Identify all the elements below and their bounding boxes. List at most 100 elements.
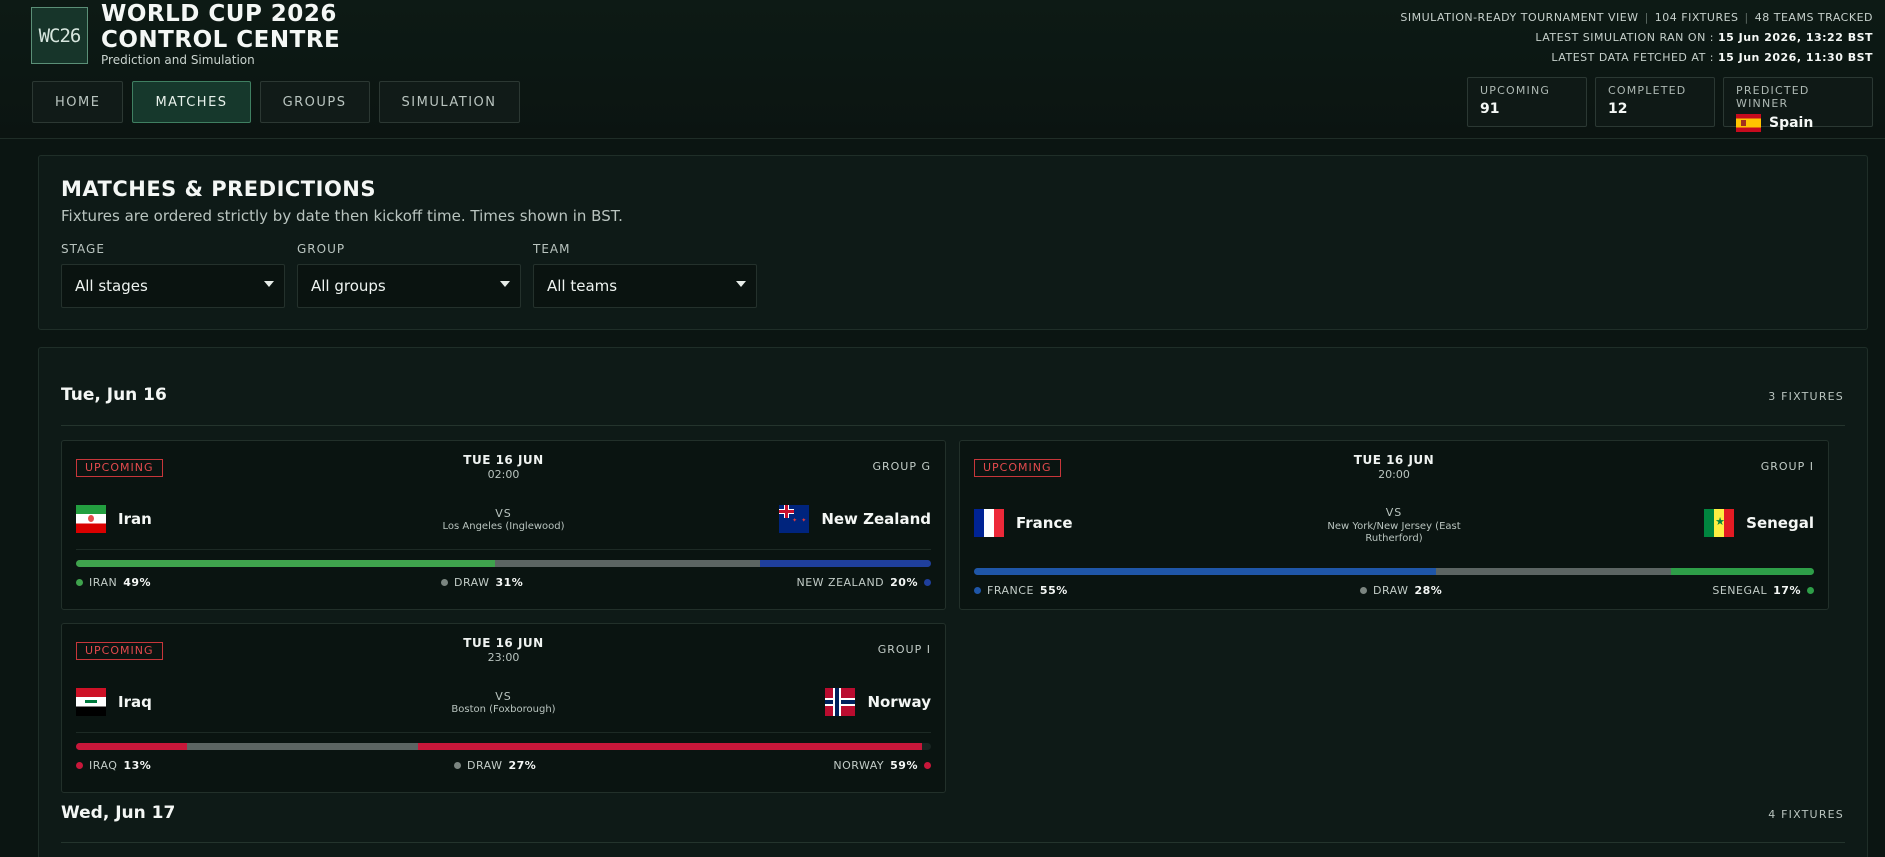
stage-select-value: All stages: [75, 277, 148, 295]
home-prob-value: 55%: [1039, 584, 1068, 597]
match-date: TUE 16 JUN: [463, 453, 544, 467]
vs-label: VS: [1385, 506, 1403, 519]
app-title-line1: WORLD CUP 2026: [101, 1, 337, 27]
home-prob-label: IRAQ: [89, 759, 118, 772]
stage-filter-label: STAGE: [61, 242, 105, 256]
nav-groups[interactable]: GROUPS: [259, 81, 370, 123]
stat-predicted-winner: PREDICTED WINNER Spain: [1723, 77, 1873, 132]
home-prob-value: 13%: [123, 759, 152, 772]
draw-prob-legend: DRAW 27%: [454, 759, 536, 772]
draw-prob-value: 28%: [1414, 584, 1443, 597]
away-team-name: Senegal: [1746, 514, 1814, 532]
legend-dot: [1360, 587, 1367, 594]
legend-dot: [924, 579, 931, 586]
main-nav: HOME MATCHES GROUPS SIMULATION: [32, 81, 520, 123]
card-divider: [76, 732, 931, 733]
away-team-name: New Zealand: [821, 510, 931, 528]
home-prob-legend: FRANCE 55%: [974, 584, 1068, 597]
meta-teams: 48 TEAMS TRACKED: [1754, 11, 1873, 24]
away-team: New Zealand: [779, 505, 931, 533]
logo-text: WC26: [38, 24, 82, 47]
fetch-value: 15 Jun 2026, 11:30 BST: [1718, 51, 1873, 64]
match-card[interactable]: UPCOMING TUE 16 JUN 02:00 GROUP G Iran V…: [61, 440, 946, 610]
app-title-line2: CONTROL CENTRE: [101, 27, 341, 53]
draw-prob-label: DRAW: [1373, 584, 1409, 597]
sim-label: LATEST SIMULATION RAN ON :: [1535, 31, 1714, 44]
meta-summary: SIMULATION-READY TOURNAMENT VIEW | 104 FIX…: [1400, 11, 1873, 24]
header-meta: SIMULATION-READY TOURNAMENT VIEW | 104 FIX…: [1400, 8, 1873, 68]
chevron-down-icon: [500, 281, 510, 287]
stat-winner-value: Spain: [1769, 115, 1814, 131]
probability-bar: [76, 560, 931, 567]
legend-dot: [454, 762, 461, 769]
meta-fixtures: 104 FIXTURES: [1654, 11, 1739, 24]
away-prob-legend: SENEGAL 17%: [1712, 584, 1814, 597]
team-filter-label: TEAM: [533, 242, 571, 256]
stage-select[interactable]: All stages: [61, 264, 285, 308]
away-prob-segment: [759, 560, 931, 567]
match-venue: Boston (Foxborough): [451, 704, 556, 715]
chevron-down-icon: [264, 281, 274, 287]
stat-completed: COMPLETED 12: [1595, 77, 1715, 127]
draw-prob-legend: DRAW 31%: [441, 576, 523, 589]
probability-bar: [76, 743, 931, 750]
away-team: Senegal: [1704, 509, 1814, 537]
meta-view: SIMULATION-READY TOURNAMENT VIEW: [1400, 11, 1639, 24]
match-group: GROUP I: [877, 643, 931, 656]
nav-matches[interactable]: MATCHES: [132, 81, 251, 123]
app-subtitle: Prediction and Simulation: [101, 53, 255, 67]
draw-prob-segment: [494, 560, 760, 567]
home-prob-legend: IRAN 49%: [76, 576, 151, 589]
match-card[interactable]: UPCOMING TUE 16 JUN 20:00 GROUP I France…: [959, 440, 1829, 610]
day-divider: [61, 425, 1845, 426]
page-title: MATCHES & PREDICTIONS: [61, 177, 376, 201]
stats-row: UPCOMING 91 COMPLETED 12 PREDICTED WINNE…: [1467, 77, 1873, 132]
meta-simulation: LATEST SIMULATION RAN ON : 15 Jun 2026, …: [1400, 28, 1873, 48]
sim-value: 15 Jun 2026, 13:22 BST: [1718, 31, 1873, 44]
legend-dot: [1807, 587, 1814, 594]
page-subtitle: Fixtures are ordered strictly by date th…: [61, 207, 623, 225]
match-date: TUE 16 JUN: [1353, 453, 1435, 467]
stat-upcoming-label: UPCOMING: [1480, 84, 1551, 97]
away-prob-value: 59%: [890, 759, 918, 772]
day-fixture-count: 3 FIXTURES: [1768, 390, 1844, 403]
away-team: Norway: [825, 688, 931, 716]
new-zealand-flag-icon: [779, 505, 810, 533]
legend-dot: [924, 762, 931, 769]
wc26-logo[interactable]: WC26: [31, 7, 88, 64]
top-header: WC26 WORLD CUP 2026 CONTROL CENTRE Predi…: [0, 0, 1885, 139]
team-select[interactable]: All teams: [533, 264, 757, 308]
match-time: 20:00: [1378, 468, 1410, 481]
group-select[interactable]: All groups: [297, 264, 521, 308]
match-card[interactable]: UPCOMING TUE 16 JUN 23:00 GROUP I Iraq V…: [61, 623, 946, 793]
away-prob-value: 20%: [890, 576, 918, 589]
chevron-down-icon: [736, 281, 746, 287]
stat-upcoming: UPCOMING 91: [1467, 77, 1587, 127]
legend-dot: [76, 762, 83, 769]
nav-simulation[interactable]: SIMULATION: [378, 81, 520, 123]
team-filter: TEAM All teams: [533, 242, 757, 308]
team-select-value: All teams: [547, 277, 618, 295]
matches-panel: Tue, Jun 16 3 FIXTURES UPCOMING TUE 16 J…: [38, 347, 1868, 857]
draw-prob-value: 27%: [508, 759, 537, 772]
day-divider: [61, 842, 1845, 843]
nav-home[interactable]: HOME: [32, 81, 124, 123]
match-time: 23:00: [487, 651, 520, 664]
home-prob-segment: [76, 560, 495, 567]
draw-prob-segment: [187, 743, 418, 750]
spain-flag-icon: [1736, 114, 1761, 132]
draw-prob-label: DRAW: [454, 576, 490, 589]
away-team-name: Norway: [867, 693, 931, 711]
group-select-value: All groups: [311, 277, 386, 295]
stat-upcoming-value: 91: [1480, 101, 1500, 117]
away-prob-value: 17%: [1773, 584, 1801, 597]
home-prob-label: FRANCE: [987, 584, 1034, 597]
stage-filter: STAGE All stages: [61, 242, 285, 308]
match-group: GROUP G: [872, 460, 931, 473]
draw-prob-legend: DRAW 28%: [1360, 584, 1442, 597]
away-prob-legend: NORWAY 59%: [833, 759, 931, 772]
home-prob-segment: [76, 743, 188, 750]
draw-prob-segment: [1436, 568, 1672, 575]
day-fixture-count: 4 FIXTURES: [1768, 808, 1844, 821]
stat-completed-value: 12: [1608, 101, 1628, 117]
